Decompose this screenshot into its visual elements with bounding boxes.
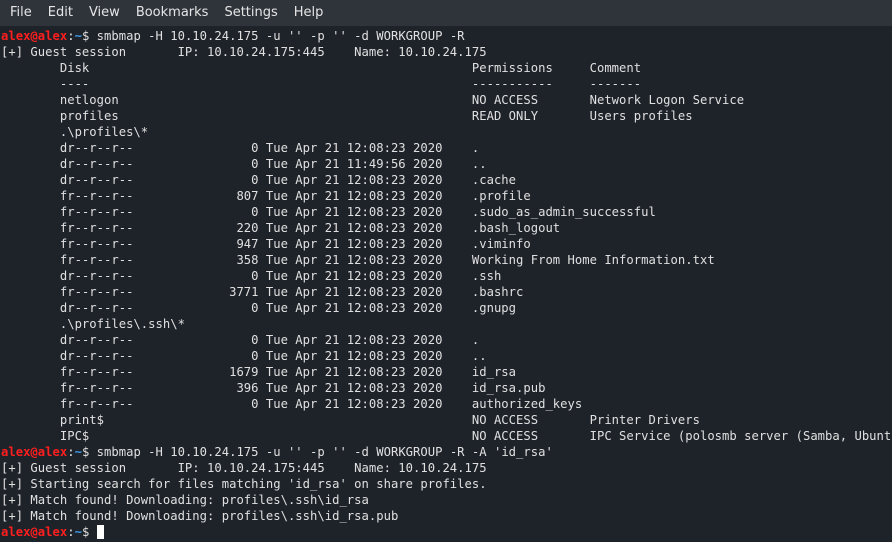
menu-help[interactable]: Help [286,0,332,26]
output-line: [+] Guest session IP: 10.10.24.175:445 N… [1,461,487,475]
prompt-user-host: alex@alex [1,525,68,539]
output-line: fr--r--r-- 396 Tue Apr 21 12:08:23 2020 … [1,381,546,395]
output-line: dr--r--r-- 0 Tue Apr 21 12:08:23 2020 .c… [1,173,517,187]
output-line: profiles READ ONLY Users profiles [1,109,693,123]
output-line: dr--r--r-- 0 Tue Apr 21 12:08:23 2020 . [1,141,480,155]
output-line: ---- ----------- ------- [1,77,642,91]
prompt-symbol: $ [81,445,97,459]
output-line: [+] Guest session IP: 10.10.24.175:445 N… [1,45,487,59]
command-text: smbmap -H 10.10.24.175 -u '' -p '' -d WO… [96,445,553,459]
output-line: fr--r--r-- 1679 Tue Apr 21 12:08:23 2020… [1,365,517,379]
menu-edit[interactable]: Edit [40,0,81,26]
output-line: Disk Permissions Comment [1,61,642,75]
command-output-2: [+] Guest session IP: 10.10.24.175:445 N… [1,460,892,524]
output-line: dr--r--r-- 0 Tue Apr 21 12:08:23 2020 .g… [1,301,517,315]
output-line: dr--r--r-- 0 Tue Apr 21 12:08:23 2020 .. [1,349,487,363]
prompt-user-host: alex@alex [1,29,68,43]
prompt-symbol: $ [81,29,97,43]
output-line: dr--r--r-- 0 Tue Apr 21 11:49:56 2020 .. [1,157,487,171]
command-output-1: [+] Guest session IP: 10.10.24.175:445 N… [1,44,892,444]
output-line: [+] Starting search for files matching '… [1,477,487,491]
output-line: fr--r--r-- 807 Tue Apr 21 12:08:23 2020 … [1,189,531,203]
prompt-path: ~ [74,525,82,539]
output-line: print$ NO ACCESS Printer Drivers [1,413,700,427]
output-line: netlogon NO ACCESS Network Logon Service [1,93,745,107]
menu-view[interactable]: View [81,0,128,26]
output-line: fr--r--r-- 947 Tue Apr 21 12:08:23 2020 … [1,237,531,251]
menu-settings[interactable]: Settings [216,0,285,26]
text-cursor [96,525,104,539]
output-line: dr--r--r-- 0 Tue Apr 21 12:08:23 2020 . [1,333,480,347]
prompt-path: ~ [74,29,82,43]
output-line: [+] Match found! Downloading: profiles\.… [1,493,369,507]
terminal-output[interactable]: alex@alex:~$ smbmap -H 10.10.24.175 -u '… [1,28,892,542]
output-line: .\profiles\* [1,125,149,139]
menu-bar: File Edit View Bookmarks Settings Help [0,0,892,26]
active-prompt-line[interactable]: alex@alex:~$ [1,524,892,540]
output-line: IPC$ NO ACCESS IPC Service (polosmb serv… [1,429,892,443]
output-line: fr--r--r-- 0 Tue Apr 21 12:08:23 2020 au… [1,397,583,411]
menu-bookmarks[interactable]: Bookmarks [128,0,217,26]
output-line: fr--r--r-- 3771 Tue Apr 21 12:08:23 2020… [1,285,524,299]
output-line: [+] Match found! Downloading: profiles\.… [1,509,399,523]
command-text: smbmap -H 10.10.24.175 -u '' -p '' -d WO… [96,29,465,43]
prompt-colon: : [67,525,75,539]
output-line: fr--r--r-- 0 Tue Apr 21 12:08:23 2020 .s… [1,205,656,219]
output-line: dr--r--r-- 0 Tue Apr 21 12:08:23 2020 .s… [1,269,502,283]
output-line: fr--r--r-- 358 Tue Apr 21 12:08:23 2020 … [1,253,715,267]
command-line-1: alex@alex:~$ smbmap -H 10.10.24.175 -u '… [1,28,892,44]
prompt-colon: : [67,445,75,459]
command-line-2: alex@alex:~$ smbmap -H 10.10.24.175 -u '… [1,444,892,460]
output-line: .\profiles\.ssh\* [1,317,185,331]
prompt-symbol: $ [81,525,97,539]
prompt-colon: : [67,29,75,43]
prompt-path: ~ [74,445,82,459]
output-line: fr--r--r-- 220 Tue Apr 21 12:08:23 2020 … [1,221,561,235]
prompt-user-host: alex@alex [1,445,68,459]
menu-file[interactable]: File [2,0,40,26]
